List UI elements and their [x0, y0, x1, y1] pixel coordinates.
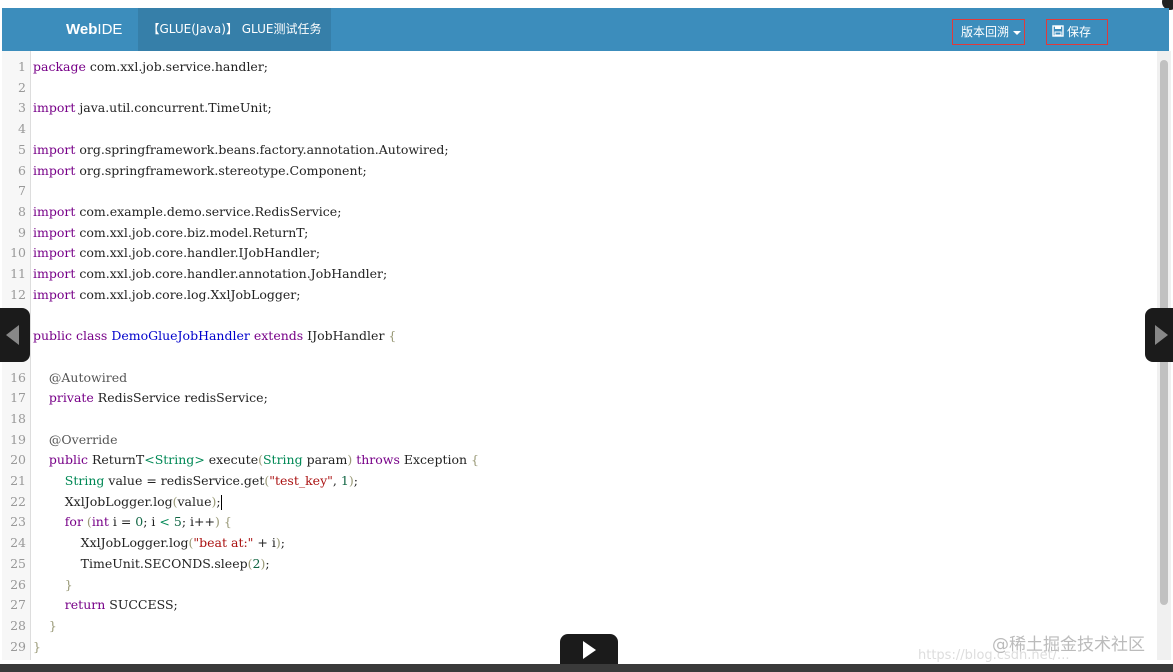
- line-code: return SUCCESS;: [64, 597, 178, 613]
- line-code: public ReturnT<String> execute(String pa…: [48, 452, 479, 468]
- brand-logo: WebIDE: [66, 21, 123, 38]
- site-watermark: @稀土掘金技术社区: [992, 635, 1145, 655]
- line-code: }: [33, 638, 41, 654]
- line-number: 28: [10, 617, 26, 633]
- line-number: 12: [10, 286, 26, 302]
- line-number: 23: [10, 514, 26, 530]
- line-code: import org.springframework.beans.factory…: [33, 141, 449, 157]
- line-number: 9: [18, 224, 26, 240]
- version-history-label: 版本回溯: [961, 25, 1010, 39]
- save-button[interactable]: 保存: [1046, 19, 1108, 45]
- line-number: 20: [10, 452, 26, 468]
- line-code: String value = redisService.get("test_ke…: [64, 473, 358, 488]
- version-history-button[interactable]: 版本回溯: [952, 19, 1025, 45]
- line-number: 17: [10, 390, 26, 406]
- next-arrow-icon[interactable]: [1145, 308, 1173, 362]
- line-number: 16: [10, 369, 26, 385]
- line-number: 11: [10, 266, 26, 281]
- floppy-disk-icon: [1052, 25, 1064, 37]
- line-number: 18: [10, 410, 26, 426]
- save-label: 保存: [1067, 25, 1092, 39]
- code-editor[interactable]: 1 package com.xxl.job.service.handler; 2 3 i…: [2, 51, 1157, 660]
- line-code: import com.xxl.job.core.log.XxlJobLogger…: [33, 286, 301, 302]
- line-number: 24: [10, 535, 26, 551]
- line-number: 4: [18, 121, 26, 137]
- line-number: 8: [18, 203, 26, 219]
- line-number: 21: [10, 473, 26, 488]
- task-title-tab[interactable]: 【GLUE(Java)】 GLUE测试任务: [138, 8, 331, 51]
- caret-down-icon: [1013, 30, 1022, 35]
- line-code: package com.xxl.job.service.handler;: [33, 59, 269, 74]
- line-number: 6: [18, 162, 26, 178]
- line-number: 5: [18, 141, 26, 157]
- line-code: }: [64, 576, 73, 592]
- text-cursor: [220, 494, 222, 510]
- line-code: private RedisService redisService;: [48, 390, 268, 406]
- line-code: for (int i = 0; i < 5; i++) {: [64, 514, 232, 530]
- line-number: 1: [18, 59, 26, 74]
- line-code: import com.xxl.job.core.biz.model.Return…: [33, 224, 309, 240]
- line-code: @Autowired: [48, 369, 128, 385]
- line-code: XxlJobLogger.log(value);: [33, 493, 222, 510]
- top-edge: [0, 0, 1173, 8]
- ide-header: WebIDE 【GLUE(Java)】 GLUE测试任务 版本回溯 保存: [2, 8, 1169, 51]
- line-number: 7: [18, 183, 26, 199]
- line-code: }: [48, 617, 57, 633]
- line-number: 26: [10, 576, 26, 592]
- line-number: 29: [10, 638, 26, 654]
- line-number: 27: [10, 597, 26, 613]
- bottom-bar: [0, 664, 1173, 672]
- line-code: import org.springframework.stereotype.Co…: [33, 162, 367, 178]
- line-number: 19: [10, 431, 26, 447]
- line-number: 2: [18, 79, 26, 95]
- line-number: 3: [18, 100, 26, 116]
- play-icon[interactable]: [560, 634, 618, 666]
- prev-arrow-icon[interactable]: [0, 308, 30, 362]
- line-number: 25: [10, 555, 26, 571]
- line-number: 10: [10, 245, 26, 261]
- line-code: import com.example.demo.service.RedisSer…: [33, 203, 342, 219]
- line-code: XxlJobLogger.log("beat at:" + i);: [33, 535, 285, 551]
- line-code: TimeUnit.SECONDS.sleep(2);: [33, 555, 270, 571]
- line-code: import com.xxl.job.core.handler.annotati…: [33, 266, 388, 281]
- line-code: import java.util.concurrent.TimeUnit;: [33, 100, 272, 116]
- line-code: public class DemoGlueJobHandler extends …: [33, 328, 397, 344]
- line-number: 22: [10, 493, 26, 509]
- line-code: import com.xxl.job.core.handler.IJobHand…: [33, 245, 321, 261]
- line-code: @Override: [48, 431, 118, 447]
